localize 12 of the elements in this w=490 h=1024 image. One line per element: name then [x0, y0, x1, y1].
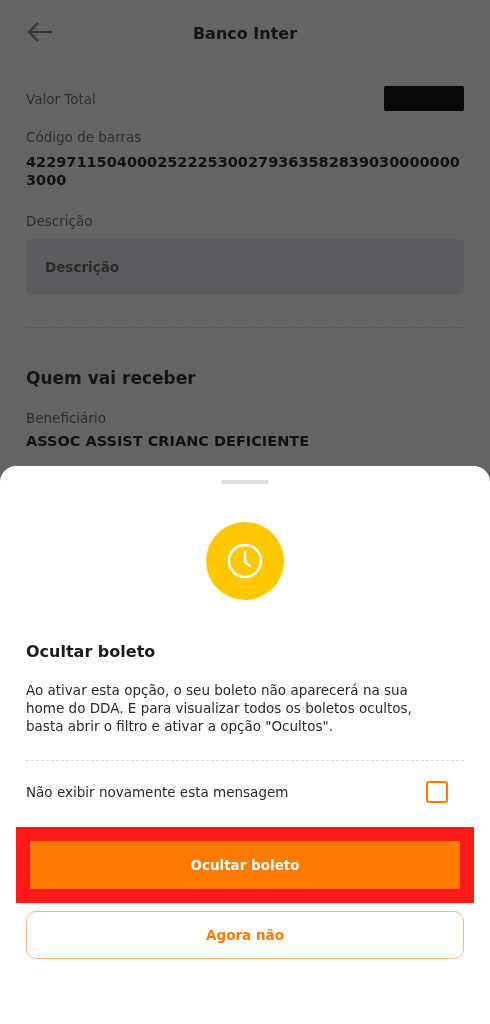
sheet-description: Ao ativar esta opção, o seu boleto não aparecerá na sua home do DDA. E para visualizar todos os boletos ocultos, basta abrir o filtro e ativar a opção "Ocultos". — [26, 681, 413, 736]
back-arrow-icon[interactable] — [26, 20, 54, 44]
screen-title: Banco Inter — [192, 23, 298, 43]
drag-handle[interactable] — [221, 480, 269, 484]
beneficiary-name: ASSOC ASSIST CRIANC DEFICIENTE — [26, 432, 311, 451]
sheet-title: Ocultar boleto — [26, 642, 157, 661]
hide-button[interactable]: Ocultar boleto — [30, 840, 460, 889]
section-title: Quem vai receber — [26, 368, 197, 389]
checkbox-label: Não exibir novamente esta mensagem — [26, 783, 289, 800]
checkbox[interactable] — [426, 780, 448, 803]
cancel-button[interactable]: Agora não — [26, 910, 464, 959]
barcode-number: 42297115040002522253002793635828390300000003000 — [26, 153, 461, 190]
